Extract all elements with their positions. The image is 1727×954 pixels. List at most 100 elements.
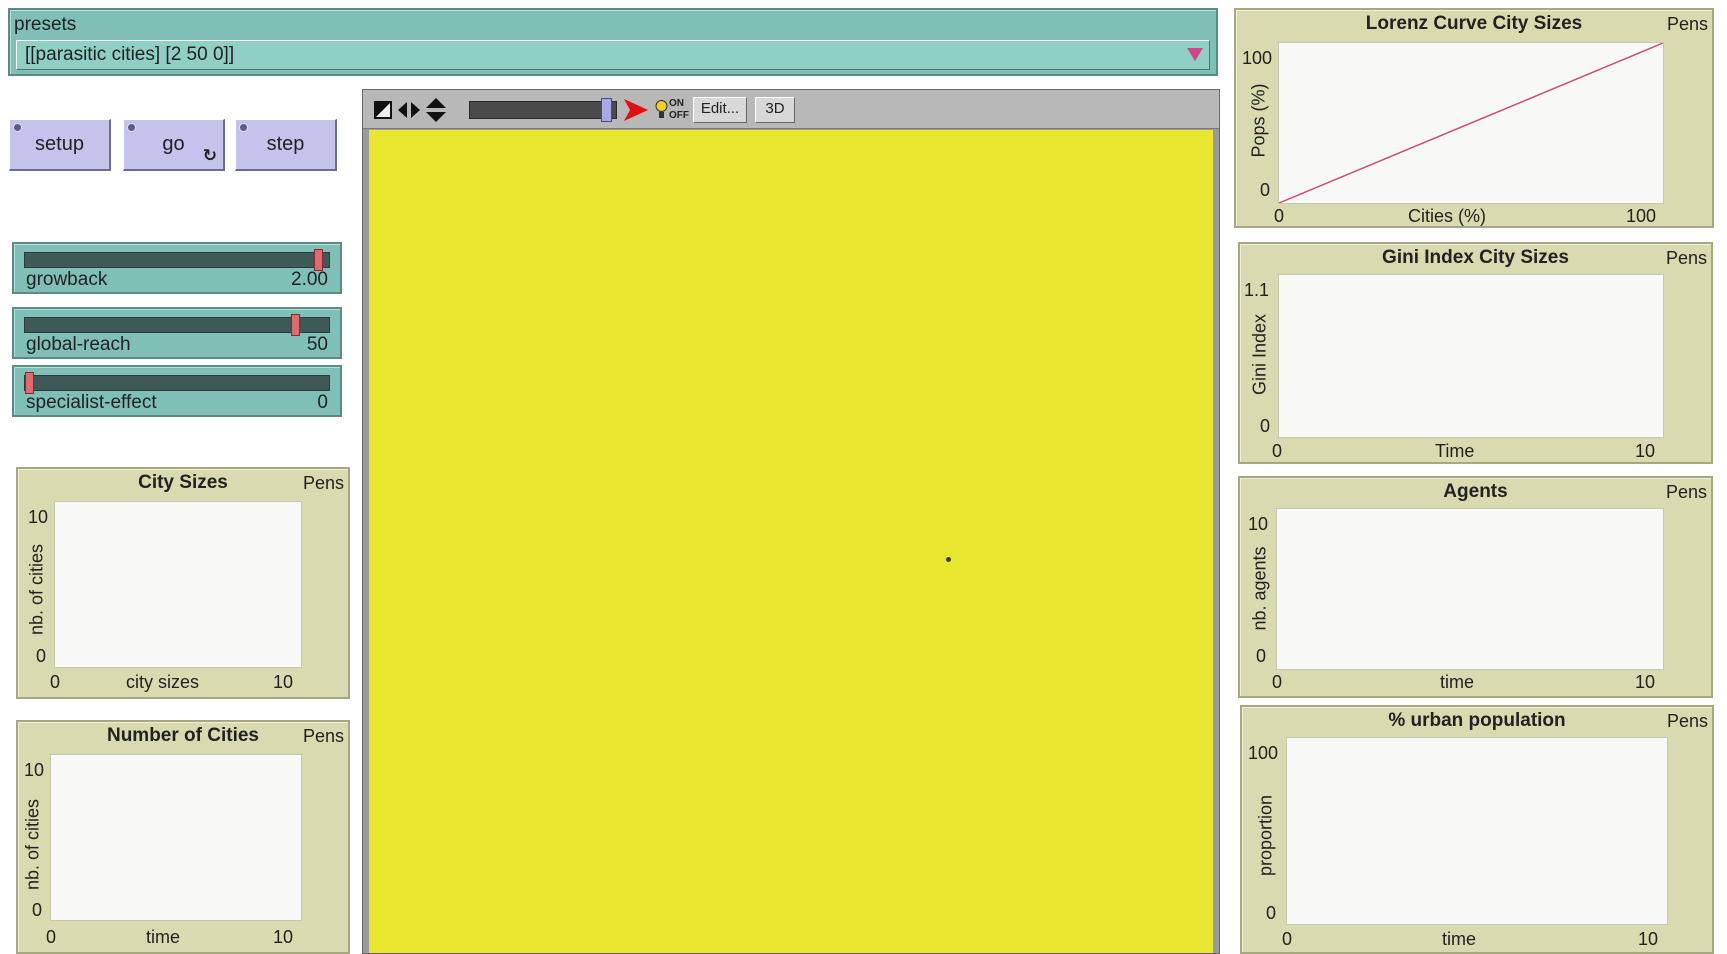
- x-axis-label: time: [1440, 672, 1475, 692]
- plot-area: [1276, 508, 1664, 670]
- y-min-tick: 0: [1266, 903, 1277, 923]
- global-reach-slider[interactable]: global-reach 50: [12, 307, 342, 359]
- 3d-view-button[interactable]: 3D: [755, 97, 795, 123]
- slider-value: 2.00: [291, 269, 328, 290]
- x-max-tick: 10: [1635, 672, 1656, 692]
- horizontal-arrows-icon[interactable]: [397, 100, 421, 120]
- presets-chooser[interactable]: presets [[parasitic cities] [2 50 0]]: [8, 8, 1218, 76]
- presets-label: presets: [14, 14, 77, 35]
- y-max-tick: 10: [28, 507, 49, 527]
- x-min-tick: 0: [50, 672, 61, 692]
- gini-index-plot: Gini Index City Sizes Pens 1.1 0 0 10 Ti…: [1238, 242, 1713, 464]
- specialist-effect-slider[interactable]: specialist-effect 0: [12, 365, 342, 417]
- setup-button[interactable]: setup: [9, 119, 111, 171]
- pens-toggle[interactable]: Pens: [1667, 14, 1708, 35]
- slider-name: growback: [26, 269, 108, 290]
- toggle-off-label: OFF: [669, 110, 689, 121]
- size-icon[interactable]: [373, 100, 393, 120]
- y-max-tick: 100: [1248, 743, 1279, 763]
- slider-knob[interactable]: [291, 314, 300, 336]
- step-button-label: step: [266, 133, 305, 155]
- plot-title: City Sizes: [138, 472, 228, 493]
- pens-toggle[interactable]: Pens: [303, 726, 344, 747]
- x-axis-label: time: [146, 927, 181, 947]
- y-max-tick: 10: [24, 760, 45, 780]
- plot-title: % urban population: [1388, 710, 1566, 731]
- x-min-tick: 0: [1274, 206, 1285, 226]
- go-button-label: go: [162, 133, 185, 155]
- world-canvas[interactable]: [369, 130, 1213, 953]
- plot-title: Gini Index City Sizes: [1382, 247, 1569, 268]
- x-axis-label: time: [1442, 929, 1477, 949]
- slider-track[interactable]: [24, 249, 330, 271]
- x-min-tick: 0: [1272, 672, 1283, 692]
- plot-area: [54, 501, 302, 668]
- plot-area: [1278, 42, 1664, 204]
- setup-button-label: setup: [35, 133, 84, 155]
- y-max-tick: 100: [1242, 48, 1273, 68]
- slider-name: specialist-effect: [26, 392, 157, 413]
- speed-slider[interactable]: [469, 98, 617, 122]
- slider-knob[interactable]: [25, 372, 34, 394]
- y-axis-label: nb. of cities: [26, 543, 47, 636]
- slider-knob[interactable]: [314, 249, 323, 271]
- y-max-tick: 1.1: [1244, 280, 1270, 300]
- vertical-arrows-icon[interactable]: [425, 97, 447, 123]
- lorenz-curve-plot: Lorenz Curve City Sizes Pens 100 0 0 100…: [1234, 8, 1714, 228]
- pens-toggle[interactable]: Pens: [1667, 711, 1708, 732]
- y-min-tick: 0: [1260, 416, 1271, 436]
- x-axis-label: Time: [1435, 441, 1475, 461]
- slider-name: global-reach: [26, 334, 131, 355]
- y-min-tick: 0: [1256, 646, 1267, 666]
- pens-toggle[interactable]: Pens: [303, 473, 344, 494]
- y-max-tick: 10: [1248, 514, 1269, 534]
- x-min-tick: 0: [46, 927, 57, 947]
- forever-icon: ↻: [202, 146, 217, 165]
- button-indicator-icon: [127, 123, 136, 132]
- dropdown-arrow-icon[interactable]: [1187, 48, 1203, 61]
- plot-title: Number of Cities: [106, 725, 260, 746]
- slider-track[interactable]: [24, 372, 330, 394]
- agent-dot: [946, 557, 951, 562]
- lorenz-series-line: [1279, 43, 1663, 203]
- x-min-tick: 0: [1272, 441, 1283, 461]
- growback-slider[interactable]: growback 2.00: [12, 242, 342, 294]
- x-max-tick: 10: [1638, 929, 1659, 949]
- play-arrow-icon[interactable]: [623, 98, 649, 122]
- edit-view-button[interactable]: Edit...: [693, 97, 747, 123]
- slider-value: 0: [317, 392, 328, 413]
- slider-value: 50: [306, 334, 328, 355]
- presets-selected-value: [[parasitic cities] [2 50 0]]: [25, 44, 235, 65]
- lightbulb-icon: [655, 100, 668, 118]
- x-axis-label: Cities (%): [1408, 206, 1487, 226]
- speed-knob[interactable]: [601, 98, 612, 122]
- pens-toggle[interactable]: Pens: [1666, 482, 1707, 503]
- button-indicator-icon: [13, 123, 22, 132]
- pens-toggle[interactable]: Pens: [1666, 248, 1707, 269]
- plot-area: [1278, 274, 1664, 438]
- view-toolbar: ON OFF Edit... 3D: [363, 90, 1219, 129]
- y-min-tick: 0: [1260, 180, 1271, 200]
- go-button[interactable]: go ↻: [123, 119, 225, 171]
- agents-plot: Agents Pens 10 0 0 10 time nb. agents: [1238, 476, 1713, 698]
- x-max-tick: 10: [273, 672, 294, 692]
- urban-population-plot: % urban population Pens 100 0 0 10 time …: [1240, 705, 1714, 954]
- slider-track[interactable]: [24, 314, 330, 336]
- plot-area: [50, 754, 302, 921]
- plot-title: Lorenz Curve City Sizes: [1365, 13, 1583, 34]
- y-min-tick: 0: [36, 646, 47, 666]
- x-max-tick: 100: [1626, 206, 1657, 226]
- y-axis-label: nb. agents: [1249, 546, 1270, 631]
- presets-select[interactable]: [[parasitic cities] [2 50 0]]: [16, 40, 1210, 70]
- y-axis-label: nb. of cities: [22, 798, 43, 891]
- x-axis-label: city sizes: [126, 672, 200, 692]
- step-button[interactable]: step: [235, 119, 337, 171]
- toggle-on-label: ON: [669, 98, 684, 109]
- y-axis-label: proportion: [1255, 794, 1276, 877]
- x-max-tick: 10: [1635, 441, 1656, 461]
- world-view: ON OFF Edit... 3D: [362, 89, 1220, 954]
- button-indicator-icon: [239, 123, 248, 132]
- view-updates-toggle-icon[interactable]: ON OFF: [655, 98, 689, 122]
- x-max-tick: 10: [273, 927, 294, 947]
- y-axis-label: Gini Index: [1249, 313, 1270, 396]
